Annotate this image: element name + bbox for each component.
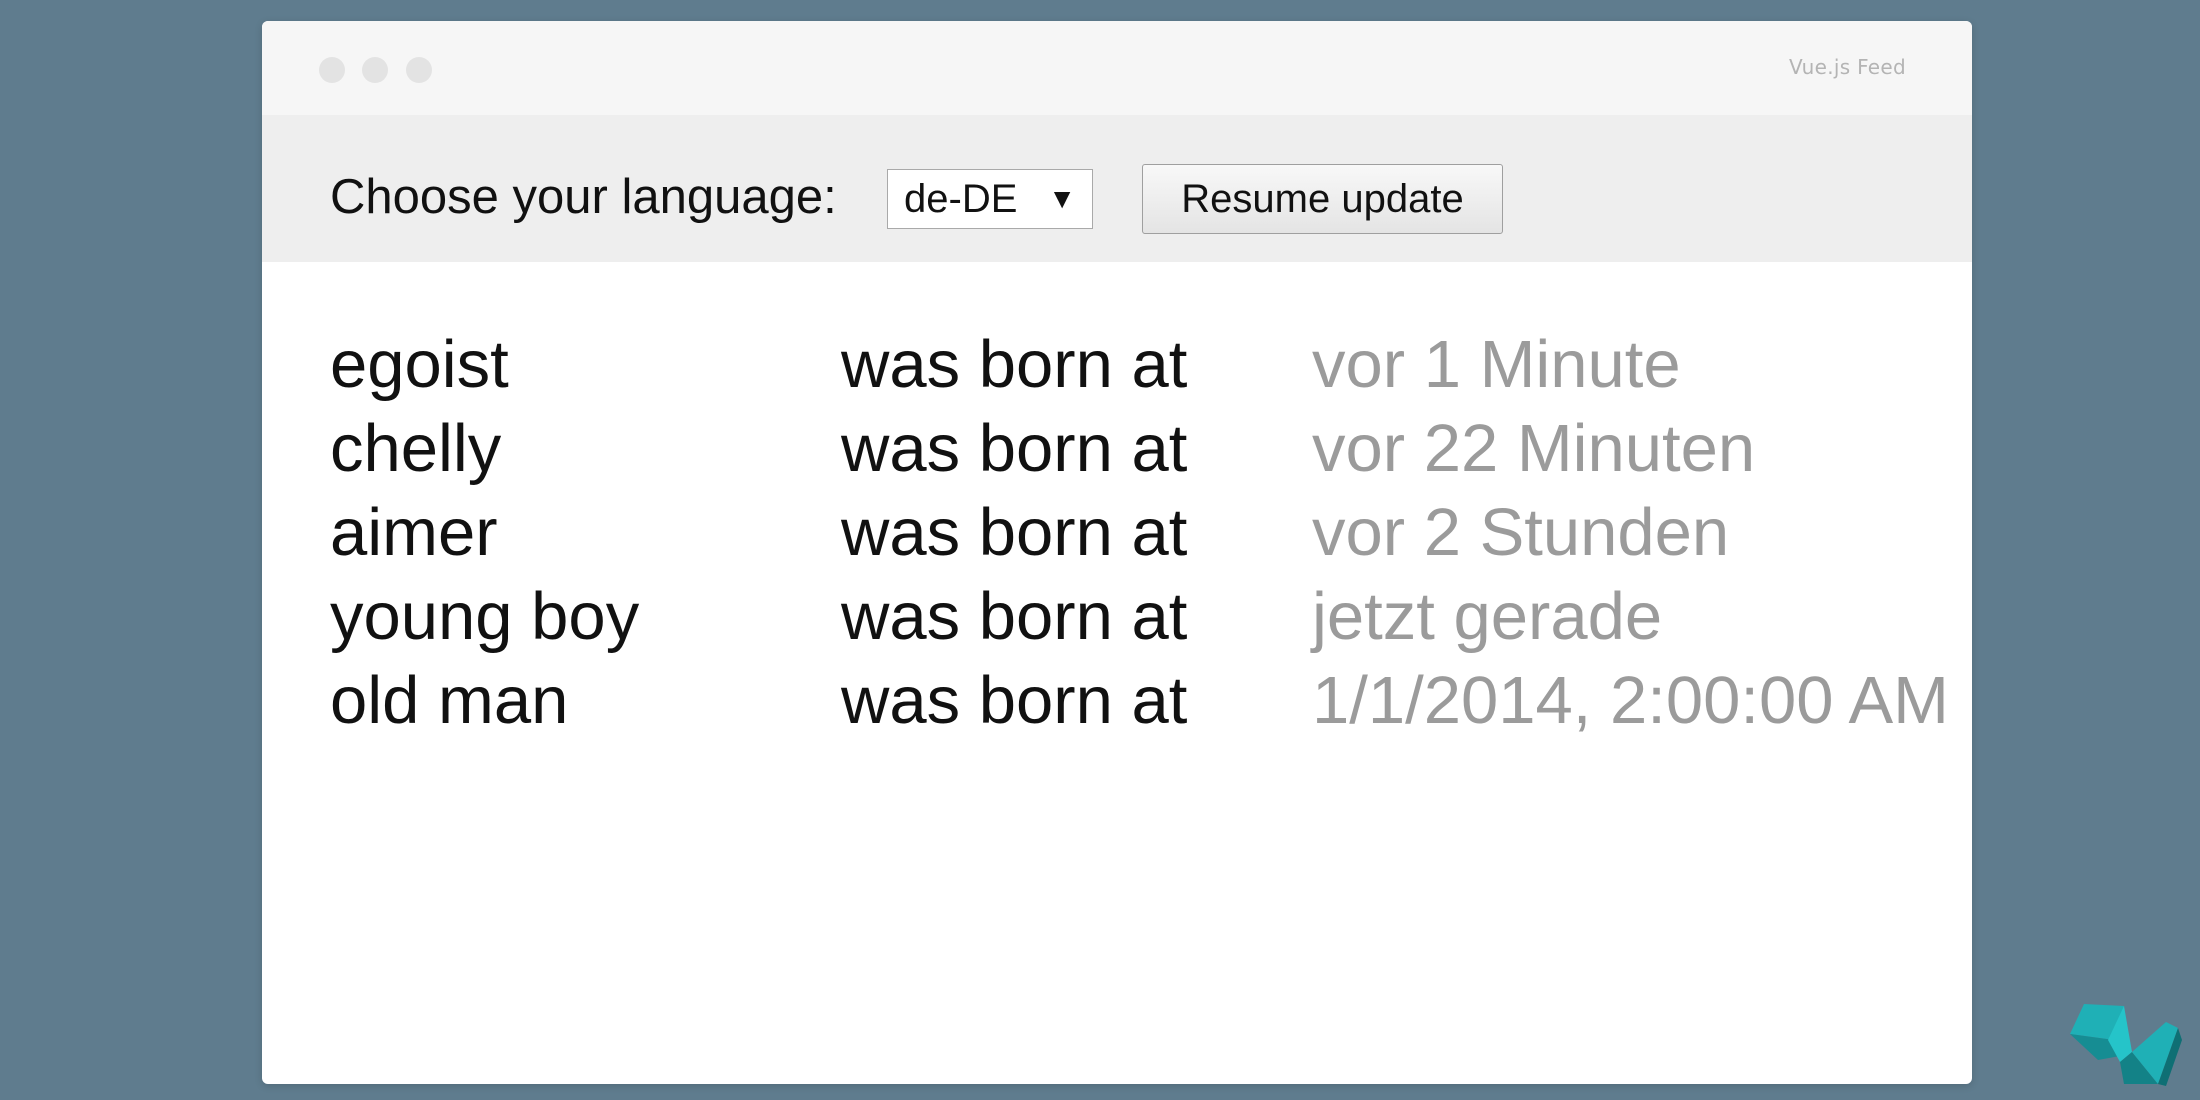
- list-item: chelly was born at vor 22 Minuten: [330, 407, 1972, 491]
- item-time: 1/1/2014, 2:00:00 AM: [1312, 663, 1949, 738]
- language-select[interactable]: de-DE ▼: [887, 169, 1093, 229]
- window-title: Vue.js Feed: [1788, 55, 1906, 79]
- item-name: aimer: [330, 495, 498, 570]
- item-time: vor 2 Stunden: [1312, 495, 1730, 570]
- browser-window: Vue.js Feed Choose your language: de-DE …: [262, 21, 1972, 1084]
- item-time: vor 22 Minuten: [1312, 411, 1756, 486]
- item-connector: was born at: [841, 327, 1188, 402]
- language-select-value: de-DE: [904, 176, 1018, 221]
- window-titlebar: Vue.js Feed: [262, 21, 1972, 115]
- list-item: young boy was born at jetzt gerade: [330, 575, 1972, 659]
- window-maximize-dot[interactable]: [406, 57, 432, 83]
- item-connector: was born at: [841, 411, 1188, 486]
- item-name: egoist: [330, 327, 509, 402]
- language-toolbar: Choose your language: de-DE ▼ Resume upd…: [262, 115, 1972, 262]
- list-item: aimer was born at vor 2 Stunden: [330, 491, 1972, 575]
- feed-list: egoist was born at vor 1 Minute chelly w…: [330, 323, 1972, 743]
- item-connector: was born at: [841, 495, 1188, 570]
- item-time: vor 1 Minute: [1312, 327, 1681, 402]
- item-name: young boy: [330, 579, 640, 654]
- language-label: Choose your language:: [330, 170, 837, 224]
- list-item: egoist was born at vor 1 Minute: [330, 323, 1972, 407]
- item-connector: was born at: [841, 579, 1188, 654]
- window-minimize-dot[interactable]: [362, 57, 388, 83]
- item-connector: was born at: [841, 663, 1188, 738]
- list-item: old man was born at 1/1/2014, 2:00:00 AM: [330, 659, 1972, 743]
- item-name: old man: [330, 663, 569, 738]
- window-close-dot[interactable]: [319, 57, 345, 83]
- resume-update-button[interactable]: Resume update: [1142, 164, 1503, 234]
- item-time: jetzt gerade: [1312, 579, 1663, 654]
- brand-logo-icon: [2070, 1004, 2182, 1086]
- item-name: chelly: [330, 411, 502, 486]
- chevron-down-icon: ▼: [1048, 183, 1076, 214]
